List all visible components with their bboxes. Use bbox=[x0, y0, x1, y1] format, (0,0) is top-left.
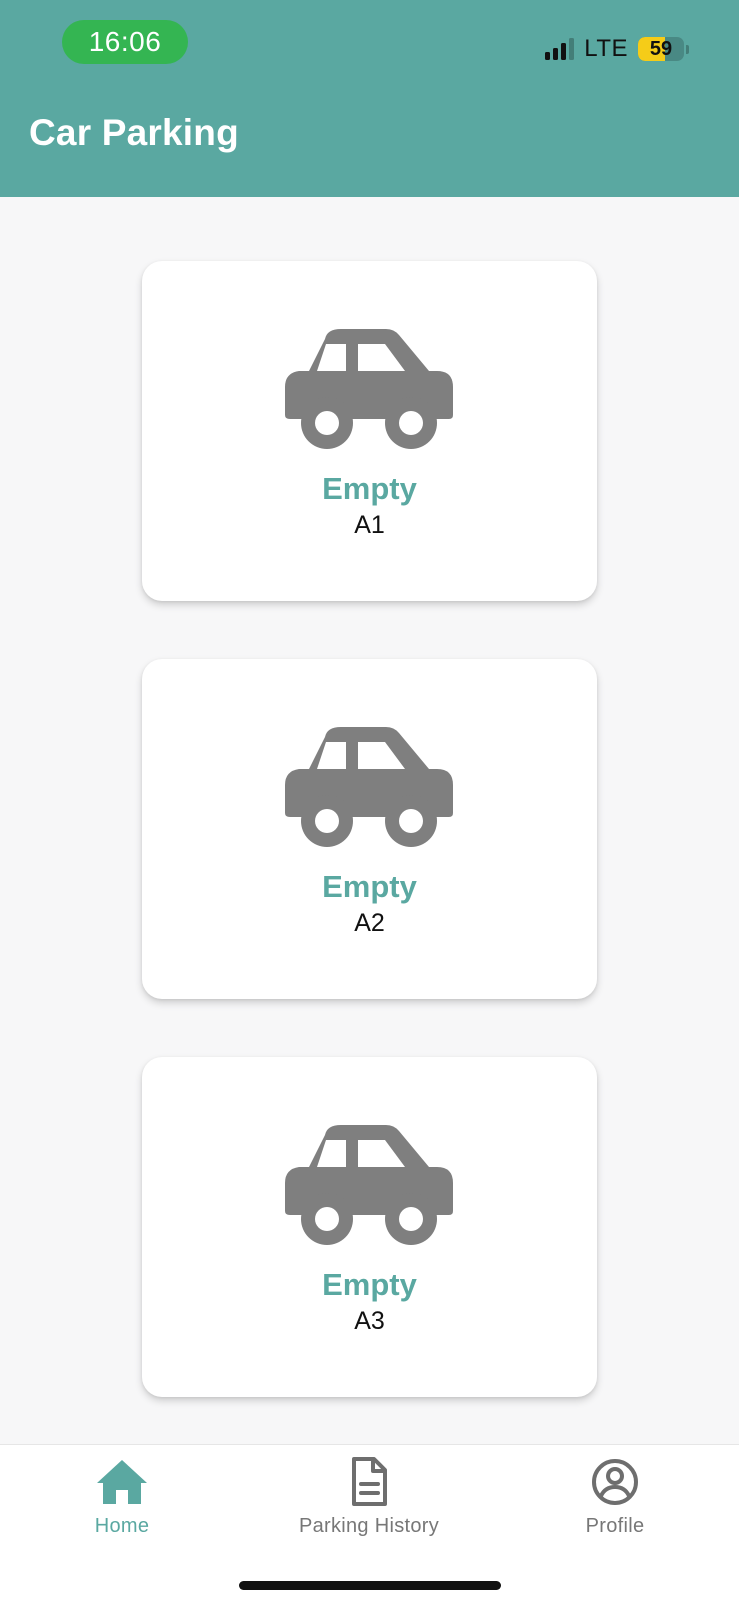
slot-status: Empty bbox=[322, 1267, 417, 1302]
nav-label-parking-history: Parking History bbox=[298, 1515, 440, 1537]
network-type: LTE bbox=[584, 35, 628, 62]
nav-item-profile[interactable]: Profile bbox=[505, 1457, 725, 1547]
battery-level: 59 bbox=[649, 38, 673, 60]
nav-label-profile: Profile bbox=[585, 1515, 645, 1537]
parking-slot-card[interactable]: Empty A3 bbox=[142, 1057, 597, 1397]
nav-item-parking-history[interactable]: Parking History bbox=[259, 1457, 479, 1547]
app-header: 16:06 LTE 59 Car Parking bbox=[0, 0, 739, 197]
page-title: Car Parking bbox=[29, 112, 239, 153]
nav-item-home[interactable]: Home bbox=[12, 1457, 232, 1547]
app-screen: 16:06 LTE 59 Car Parking Empty A1 Empty … bbox=[0, 0, 739, 1600]
car-icon bbox=[285, 727, 453, 847]
parking-slot-card[interactable]: Empty A2 bbox=[142, 659, 597, 999]
battery-icon: 59 bbox=[638, 37, 684, 61]
bottom-navigation: Home Parking History Profile bbox=[0, 1444, 739, 1600]
home-indicator bbox=[239, 1581, 501, 1590]
slot-name: A1 bbox=[354, 511, 385, 539]
signal-icon bbox=[545, 38, 575, 60]
slot-status: Empty bbox=[322, 869, 417, 904]
status-time: 16:06 bbox=[62, 20, 188, 64]
car-icon bbox=[285, 1125, 453, 1245]
profile-icon bbox=[592, 1459, 638, 1505]
parking-slot-card[interactable]: Empty A1 bbox=[142, 261, 597, 601]
nav-label-home: Home bbox=[94, 1515, 150, 1537]
status-indicators: LTE 59 bbox=[545, 34, 689, 64]
document-icon bbox=[352, 1457, 387, 1506]
car-icon bbox=[285, 329, 453, 449]
slot-name: A2 bbox=[354, 909, 385, 937]
slot-status: Empty bbox=[322, 471, 417, 506]
battery-tip bbox=[686, 44, 689, 54]
home-icon bbox=[97, 1460, 147, 1504]
slot-name: A3 bbox=[354, 1307, 385, 1335]
